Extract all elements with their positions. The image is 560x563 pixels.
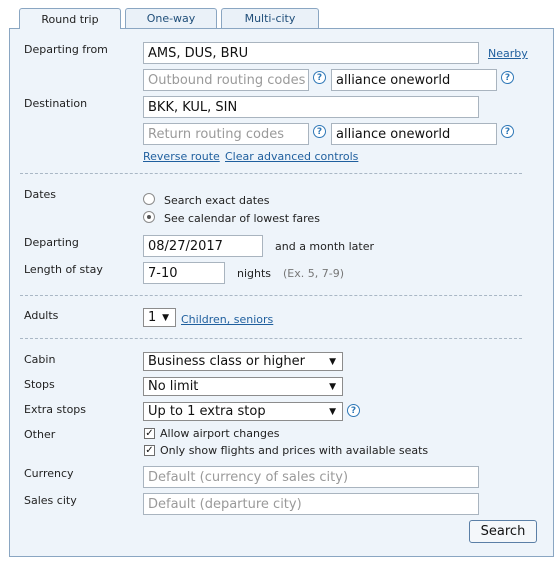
cabin-select[interactable]: Business class or higher ▼ bbox=[143, 352, 343, 371]
reverse-route-link[interactable]: Reverse route bbox=[143, 150, 220, 163]
search-button[interactable]: Search bbox=[469, 520, 537, 543]
adults-select[interactable]: 1 ▼ bbox=[143, 308, 176, 327]
chevron-down-icon: ▼ bbox=[329, 356, 336, 367]
return-routing-input[interactable]: Return routing codes bbox=[143, 123, 309, 145]
section-divider bbox=[20, 295, 522, 296]
destination-input[interactable]: BKK, KUL, SIN bbox=[143, 96, 479, 118]
section-divider bbox=[20, 338, 522, 339]
section-divider bbox=[20, 173, 522, 174]
outbound-extension-input[interactable]: alliance oneworld bbox=[331, 69, 497, 91]
extra-stops-select-value: Up to 1 extra stop bbox=[148, 404, 266, 419]
cabin-label: Cabin bbox=[24, 353, 56, 366]
available-seats-label: Only show flights and prices with availa… bbox=[160, 444, 429, 457]
question-circle-icon[interactable]: ? bbox=[313, 71, 326, 84]
sales-city-label: Sales city bbox=[24, 494, 77, 507]
adults-label: Adults bbox=[24, 309, 59, 322]
destination-label: Destination bbox=[24, 97, 88, 110]
calendar-lowest-fares-radio[interactable] bbox=[143, 211, 155, 223]
check-mark-icon: ✓ bbox=[145, 428, 154, 439]
tab-round-trip[interactable]: Round trip bbox=[19, 8, 121, 29]
departing-date-label: Departing bbox=[24, 236, 79, 249]
children-seniors-link[interactable]: Children, seniors bbox=[181, 313, 273, 326]
departing-from-input[interactable]: AMS, DUS, BRU bbox=[143, 42, 479, 64]
departing-date-input[interactable]: 08/27/2017 bbox=[143, 235, 263, 257]
question-circle-icon[interactable]: ? bbox=[313, 125, 326, 138]
clear-advanced-controls-link[interactable]: Clear advanced controls bbox=[225, 150, 358, 163]
other-label: Other bbox=[24, 428, 56, 441]
extra-stops-select[interactable]: Up to 1 extra stop ▼ bbox=[143, 402, 343, 421]
exact-dates-option-label: Search exact dates bbox=[164, 194, 270, 207]
chevron-down-icon: ▼ bbox=[329, 406, 336, 417]
stops-select-value: No limit bbox=[148, 379, 199, 394]
question-circle-icon[interactable]: ? bbox=[501, 71, 514, 84]
length-of-stay-unit: nights bbox=[237, 267, 272, 280]
question-circle-icon[interactable]: ? bbox=[347, 404, 360, 417]
extra-stops-label: Extra stops bbox=[24, 403, 87, 416]
length-of-stay-hint: (Ex. 5, 7-9) bbox=[283, 267, 344, 280]
currency-input[interactable]: Default (currency of sales city) bbox=[143, 466, 479, 488]
allow-airport-changes-checkbox[interactable]: ✓ bbox=[144, 428, 155, 439]
adults-select-value: 1 bbox=[148, 310, 157, 325]
exact-dates-radio[interactable] bbox=[143, 193, 155, 205]
tab-one-way[interactable]: One-way bbox=[125, 8, 217, 28]
length-of-stay-input[interactable]: 7-10 bbox=[143, 262, 225, 284]
available-seats-checkbox[interactable]: ✓ bbox=[144, 445, 155, 456]
dates-label: Dates bbox=[24, 188, 57, 201]
calendar-option-label: See calendar of lowest fares bbox=[164, 212, 320, 225]
sales-city-input[interactable]: Default (departure city) bbox=[143, 493, 479, 515]
length-of-stay-label: Length of stay bbox=[24, 263, 103, 276]
check-mark-icon: ✓ bbox=[145, 445, 154, 456]
tab-multi-city[interactable]: Multi-city bbox=[221, 8, 319, 28]
stops-label: Stops bbox=[24, 378, 55, 391]
allow-airport-changes-label: Allow airport changes bbox=[160, 427, 280, 440]
currency-label: Currency bbox=[24, 467, 74, 480]
stops-select[interactable]: No limit ▼ bbox=[143, 377, 343, 396]
departing-date-suffix: and a month later bbox=[275, 240, 375, 253]
chevron-down-icon: ▼ bbox=[162, 312, 169, 323]
return-extension-input[interactable]: alliance oneworld bbox=[331, 123, 497, 145]
question-circle-icon[interactable]: ? bbox=[501, 125, 514, 138]
departing-from-label: Departing from bbox=[24, 43, 108, 56]
nearby-link[interactable]: Nearby bbox=[488, 47, 528, 60]
cabin-select-value: Business class or higher bbox=[148, 354, 305, 369]
chevron-down-icon: ▼ bbox=[329, 381, 336, 392]
outbound-routing-input[interactable]: Outbound routing codes bbox=[143, 69, 309, 91]
